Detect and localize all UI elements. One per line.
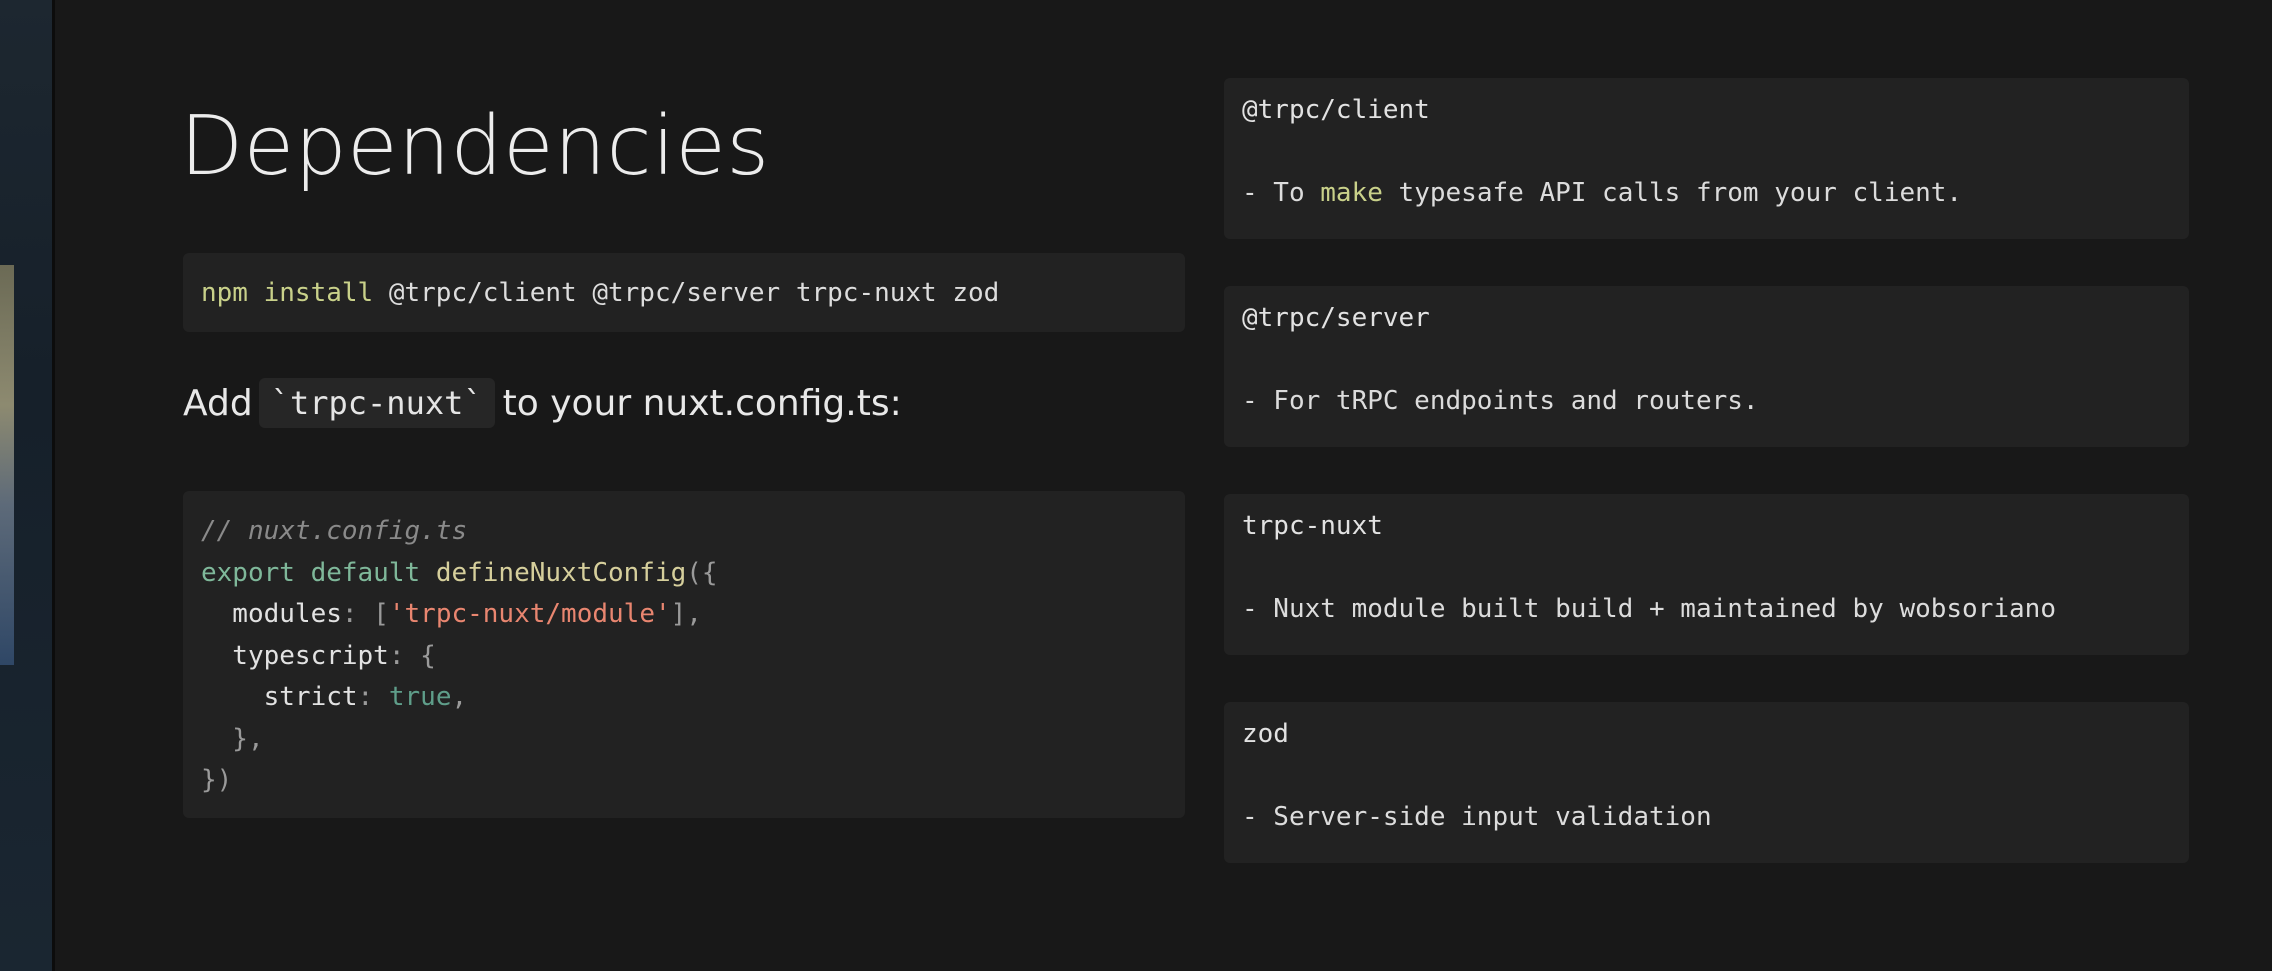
code-key: strict bbox=[201, 682, 358, 712]
slide-frame: Dependencies npm install @trpc/client @t… bbox=[0, 0, 2272, 971]
dependency-description: - Nuxt module built build + maintained b… bbox=[1242, 594, 2056, 624]
code-line: export default defineNuxtConfig({ bbox=[201, 553, 1167, 595]
dependency-name: @trpc/server bbox=[1242, 303, 1430, 333]
code-comment: // nuxt.config.ts bbox=[201, 516, 468, 546]
add-prefix: Add bbox=[183, 382, 253, 424]
code-punctuation: : bbox=[357, 682, 389, 712]
description-highlight: make bbox=[1320, 178, 1383, 208]
code-line: strict: true, bbox=[201, 677, 1167, 719]
install-command-block: npm install @trpc/client @trpc/server tr… bbox=[183, 253, 1185, 332]
code-punctuation: : { bbox=[388, 640, 436, 671]
speaker-video-edge bbox=[0, 265, 14, 665]
code-key: modules bbox=[201, 599, 342, 629]
inline-code-trpc-nuxt: `trpc-nuxt` bbox=[258, 378, 495, 428]
edge-divider bbox=[52, 0, 55, 971]
code-punctuation: ({ bbox=[686, 557, 718, 588]
dependency-description: - Server-side input validation bbox=[1242, 802, 1712, 832]
code-punctuation: : [ bbox=[341, 599, 389, 629]
dependency-card-trpc-server: @trpc/server - For tRPC endpoints and ro… bbox=[1224, 286, 2189, 447]
add-instruction: Add `trpc-nuxt` to your nuxt.config.ts: bbox=[183, 378, 902, 428]
dependency-card-zod: zod - Server-side input validation bbox=[1224, 702, 2189, 863]
code-string: 'trpc-nuxt/module' bbox=[388, 599, 671, 629]
install-args: @trpc/client @trpc/server trpc-nuxt zod bbox=[373, 277, 1000, 308]
code-line: // nuxt.config.ts bbox=[201, 511, 1167, 553]
dependency-card-trpc-nuxt: trpc-nuxt - Nuxt module built build + ma… bbox=[1224, 494, 2189, 655]
code-key: typescript bbox=[201, 640, 389, 671]
dependency-card-trpc-client: @trpc/client - To make typesafe API call… bbox=[1224, 78, 2189, 239]
code-line: typescript: { bbox=[201, 636, 1167, 678]
dependency-name: zod bbox=[1242, 719, 1289, 749]
slide-title: Dependencies bbox=[180, 99, 770, 194]
code-line: }) bbox=[201, 765, 233, 795]
code-function: defineNuxtConfig bbox=[435, 557, 687, 588]
code-boolean: true bbox=[388, 682, 452, 712]
dependency-name: trpc-nuxt bbox=[1242, 511, 1383, 541]
description-text: - To bbox=[1242, 178, 1321, 208]
dependency-description: - To make typesafe API calls from your c… bbox=[1242, 178, 1962, 208]
add-suffix: to your nuxt.config.ts: bbox=[502, 382, 902, 424]
nuxt-config-code-block: // nuxt.config.ts export default defineN… bbox=[183, 491, 1185, 818]
dependency-name: @trpc/client bbox=[1242, 95, 1430, 125]
dependency-description: - For tRPC endpoints and routers. bbox=[1242, 386, 1759, 416]
description-text: typesafe API calls from your client. bbox=[1382, 178, 1963, 208]
install-keyword: npm install bbox=[201, 277, 374, 308]
code-punctuation: ], bbox=[670, 599, 702, 629]
code-line: }, bbox=[201, 723, 264, 754]
code-line: modules: ['trpc-nuxt/module'], bbox=[201, 594, 1167, 636]
code-punctuation: , bbox=[451, 682, 468, 712]
code-keyword: export default bbox=[201, 557, 421, 588]
